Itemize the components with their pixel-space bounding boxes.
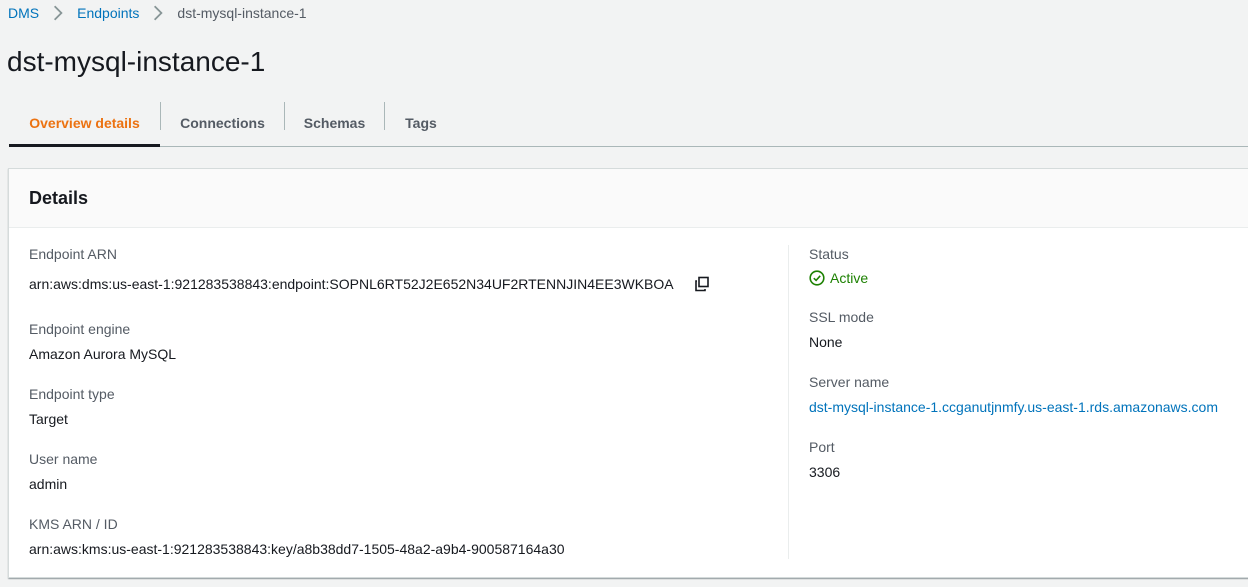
endpoint-engine-field: Endpoint engine Amazon Aurora MySQL xyxy=(29,320,789,363)
endpoint-type-value: Target xyxy=(29,411,68,427)
server-name-field: Server name dst-mysql-instance-1.ccganut… xyxy=(809,373,1248,416)
details-panel-header: Details xyxy=(9,169,1248,228)
endpoint-arn-value: arn:aws:dms:us-east-1:921283538843:endpo… xyxy=(29,276,674,292)
chevron-right-icon xyxy=(154,5,164,21)
endpoint-type-label: Endpoint type xyxy=(29,386,115,402)
status-label: Status xyxy=(809,246,849,262)
page-title: dst-mysql-instance-1 xyxy=(7,46,266,77)
user-name-field: User name admin xyxy=(29,450,789,493)
chevron-right-icon xyxy=(54,5,63,21)
endpoint-engine-label: Endpoint engine xyxy=(29,321,131,337)
endpoint-type-field: Endpoint type Target xyxy=(29,385,789,428)
details-left-column: Endpoint ARN arn:aws:dms:us-east-1:92128… xyxy=(29,245,789,558)
details-panel: Details Endpoint ARN arn:aws:dms:us-east… xyxy=(8,168,1248,578)
server-name-label: Server name xyxy=(809,374,890,390)
ssl-mode-label: SSL mode xyxy=(809,309,874,325)
breadcrumb: DMS Endpoints dst-mysql-instance-1 xyxy=(8,4,307,22)
kms-arn-value: arn:aws:kms:us-east-1:921283538843:key/a… xyxy=(29,541,565,557)
details-title: Details xyxy=(29,188,89,208)
tab-tags[interactable]: Tags xyxy=(385,100,457,146)
copy-icon[interactable] xyxy=(694,276,710,292)
endpoint-arn-field: Endpoint ARN arn:aws:dms:us-east-1:92128… xyxy=(29,245,789,293)
user-name-value: admin xyxy=(29,476,68,492)
port-label: Port xyxy=(809,439,835,455)
tab-overview-details[interactable]: Overview details xyxy=(9,100,160,147)
breadcrumb-current: dst-mysql-instance-1 xyxy=(177,5,307,21)
ssl-mode-field: SSL mode None xyxy=(809,308,1248,351)
column-divider xyxy=(788,245,789,559)
user-name-label: User name xyxy=(29,451,98,467)
kms-arn-label: KMS ARN / ID xyxy=(29,516,118,532)
status-field: Status Active xyxy=(809,245,1248,286)
port-field: Port 3306 xyxy=(809,438,1248,481)
ssl-mode-value: None xyxy=(809,334,843,350)
status-value: Active xyxy=(830,270,869,286)
tab-connections[interactable]: Connections xyxy=(161,100,284,146)
breadcrumb-dms-link[interactable]: DMS xyxy=(8,4,39,22)
endpoint-arn-label: Endpoint ARN xyxy=(29,246,117,262)
details-right-column: Status Active SSL mode None Server name … xyxy=(809,245,1248,481)
check-circle-icon xyxy=(809,270,825,286)
kms-arn-field: KMS ARN / ID arn:aws:kms:us-east-1:92128… xyxy=(29,515,789,558)
endpoint-arn-row: arn:aws:dms:us-east-1:921283538843:endpo… xyxy=(29,275,789,293)
endpoint-engine-value: Amazon Aurora MySQL xyxy=(29,346,177,362)
tab-schemas[interactable]: Schemas xyxy=(285,100,384,146)
breadcrumb-endpoints-link[interactable]: Endpoints xyxy=(77,4,139,22)
status-badge: Active xyxy=(809,270,1248,286)
port-value: 3306 xyxy=(809,464,841,480)
server-name-link[interactable]: dst-mysql-instance-1.ccganutjnmfy.us-eas… xyxy=(809,398,1248,416)
tab-bar: Overview details Connections Schemas Tag… xyxy=(9,100,1248,147)
